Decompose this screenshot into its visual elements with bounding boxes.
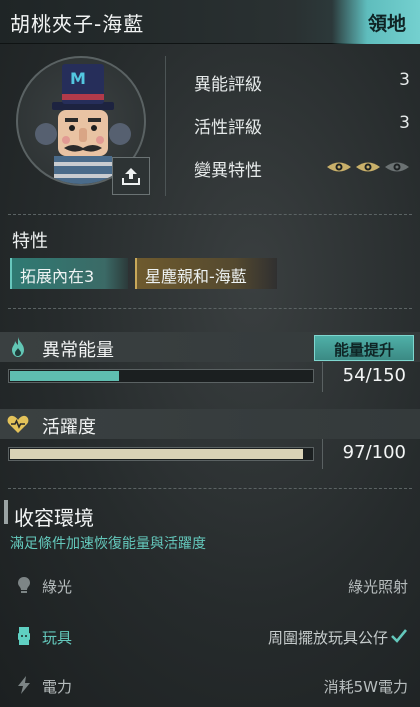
vitality-bar: [8, 447, 314, 461]
env-row-light: 綠光 綠光照射: [0, 573, 420, 599]
env-label: 電力: [42, 678, 73, 696]
check-icon: [391, 629, 408, 643]
page-title: 胡桃夾子-海藍: [10, 12, 145, 36]
activity-rating-row: 活性評級 3: [194, 113, 410, 138]
divider: [8, 214, 412, 215]
env-value: 綠光照射: [347, 578, 408, 596]
trait-chip[interactable]: 星塵親和-海藍: [135, 258, 277, 289]
vitality-value-box: 97/100: [322, 439, 416, 469]
divider: [8, 488, 412, 489]
share-button[interactable]: [112, 157, 150, 195]
ability-rating-value: 3: [399, 70, 410, 90]
activity-rating-value: 3: [399, 113, 410, 133]
mutation-eyes: [326, 160, 410, 174]
ability-rating-row: 異能評級 3: [194, 70, 410, 95]
lightning-icon: [18, 676, 30, 694]
energy-bar-fill: [10, 371, 119, 381]
eye-icon: [385, 162, 409, 172]
environment-title: 收容環境: [14, 506, 94, 530]
heartbeat-icon: [7, 415, 29, 433]
vitality-header: 活躍度: [0, 409, 420, 439]
header-bar: 胡桃夾子-海藍 領地: [0, 0, 420, 44]
env-value: 消耗5W電力: [323, 678, 408, 696]
divider: [8, 308, 412, 309]
svg-text:M: M: [70, 69, 86, 88]
environment-description: 滿足條件加速恢復能量與活躍度: [10, 536, 206, 552]
activity-rating-label: 活性評級: [194, 118, 262, 138]
energy-bar: [8, 369, 314, 383]
vitality-value: 97/100: [342, 442, 406, 463]
eye-icon: [327, 162, 351, 172]
energy-label: 異常能量: [42, 340, 114, 361]
lightbulb-icon: [18, 577, 30, 593]
energy-boost-button[interactable]: 能量提升: [314, 335, 414, 361]
env-label: 玩具: [42, 629, 73, 647]
territory-button[interactable]: 領地: [332, 0, 420, 44]
env-row-power: 電力 消耗5W電力: [0, 673, 420, 699]
eye-icon: [356, 162, 380, 172]
mutation-label: 變異特性: [194, 161, 262, 181]
env-value: 周圍擺放玩具公仔: [267, 629, 388, 647]
toy-icon: [18, 627, 30, 645]
vitality-bar-fill: [10, 449, 303, 459]
section-marker: [4, 500, 8, 524]
env-row-toy: 玩具 周圍擺放玩具公仔: [0, 624, 420, 650]
ability-rating-label: 異能評級: [194, 75, 262, 95]
divider: [165, 56, 166, 196]
energy-value-box: 54/150: [322, 362, 416, 392]
env-label: 綠光: [42, 578, 73, 596]
upload-icon: [122, 168, 140, 185]
trait-chip[interactable]: 拓展內在3: [10, 258, 128, 289]
energy-header: 異常能量 能量提升: [0, 332, 420, 362]
flame-icon: [12, 337, 24, 357]
mutation-row: 變異特性: [194, 156, 410, 181]
vitality-label: 活躍度: [42, 417, 96, 438]
traits-label: 特性: [12, 231, 48, 252]
energy-value: 54/150: [342, 365, 406, 386]
